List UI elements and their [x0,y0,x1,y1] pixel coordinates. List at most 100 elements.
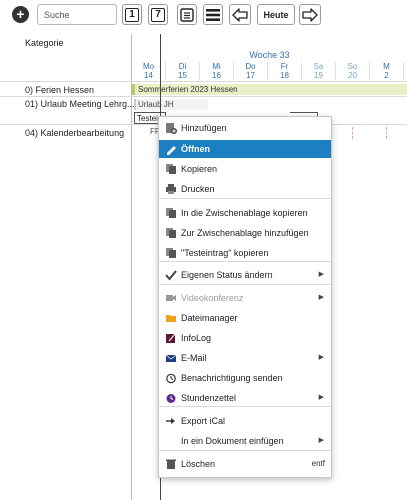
week-view-icon: 7 [151,7,165,22]
day-number: 19 [314,71,323,80]
row-label-urlaub: 01) Urlaub Meeting Lehrg... [25,99,135,109]
pink-marker [352,127,359,139]
menu-item-hinzufügen[interactable]: Hinzufügen [159,119,331,137]
menu-item-label: InfoLog [181,333,212,343]
menu-item-stundenzettel[interactable]: Stundenzettel ▶ [159,389,331,407]
menu-item-testeintrag-kopieren[interactable]: "Testeintrag" kopieren [159,244,331,262]
menu-item-label: Kopieren [181,164,218,174]
menu-item-label: Drucken [181,184,215,194]
day-name: Do [245,62,256,71]
menu-item-label: Videokonferenz [181,293,244,303]
day-name: Mi [212,62,221,71]
menu-item-label: Eigenen Status ändern [181,270,273,280]
day-header-fr[interactable]: Fr 18 [268,62,302,80]
add-document-icon [166,123,177,134]
category-header: Kategorie [25,38,64,48]
row-label-kalender: 04) Kalenderbearbeitung [25,128,125,138]
day-name: M [383,62,390,71]
menu-item-label: Benachrichtigung senden [181,373,283,383]
menu-item-drucken[interactable]: Drucken [159,180,331,198]
submenu-arrow-icon: ▶ [318,394,324,401]
toolbar: + 1 7 Heute [0,0,407,30]
day-number: 18 [280,71,289,80]
menu-item-label: Löschen [181,459,216,469]
day-name: Fr [280,62,289,71]
day-view-button[interactable]: 1 [122,4,142,25]
menu-item-label: Öffnen [181,144,210,154]
day-header-do[interactable]: Do 17 [234,62,268,80]
menu-item-label: Dateimanager [181,313,238,323]
menu-item-label: In die Zwischenablage kopieren [181,208,308,218]
submenu-arrow-icon: ▶ [318,294,324,301]
menu-item-dateimanager[interactable]: Dateimanager [159,309,331,327]
context-menu: Hinzufügen Öffnen Kopieren Drucken In die Zw… [158,116,332,478]
menu-item-benachrichtigung-senden[interactable]: Benachrichtigung senden [159,369,331,387]
copy-icon [166,164,176,174]
day-name: Di [178,62,187,71]
folder-icon [166,315,176,322]
menu-item-label: Stundenzettel [181,393,237,403]
row-label-ferien: 0) Ferien Hessen [25,85,95,95]
menu-item-eigenen-status-ändern[interactable]: Eigenen Status ändern ▶ [159,266,331,284]
menu-item-label: E-Mail [181,353,207,363]
day-name: So [347,62,358,71]
day-number: 2 [384,71,389,80]
arrow-left-icon [232,7,248,22]
export-arrow-icon [166,418,175,424]
menu-item-kopieren[interactable]: Kopieren [159,160,331,178]
menu-item-label: Export iCal [181,416,226,426]
envelope-icon [165,354,177,362]
menu-separator [159,450,331,451]
menu-item-in-ein-dokument-einfügen[interactable]: In ein Dokument einfügen ▶ [159,432,331,450]
day-header-di[interactable]: Di 15 [166,62,200,80]
arrow-right-icon [302,7,318,22]
day-number: 17 [246,71,255,80]
week-view-button[interactable]: 7 [148,4,168,25]
clipboard-add-icon [166,228,176,238]
menu-item-label: Zur Zwischenablage hinzufügen [181,228,309,238]
menu-item-öffnen[interactable]: Öffnen [159,140,331,158]
holiday-event[interactable]: Sommerferien 2023 Hessen [132,84,407,95]
next-button[interactable] [299,4,321,25]
grid-line [0,96,407,97]
add-button[interactable]: + [12,6,29,23]
day-header-mi[interactable]: Mi 16 [200,62,234,80]
urlaub-event[interactable]: Urlaub JH [134,99,208,110]
menu-item-löschen[interactable]: Löschen entf [159,455,331,473]
day-header-so[interactable]: So 20 [336,62,370,80]
search-input[interactable] [37,4,117,25]
week-header[interactable]: Woche 33 [132,50,407,62]
alarm-clock-icon [166,373,176,384]
previous-button[interactable] [229,4,251,25]
menu-item-export-ical[interactable]: Export iCal [159,412,331,430]
submenu-arrow-icon: ▶ [318,437,324,444]
infolog-icon [166,333,176,343]
menu-item-e-mail[interactable]: E-Mail ▶ [159,349,331,367]
checkmark-icon [165,270,177,281]
menu-item-label: In ein Dokument einfügen [181,436,284,446]
day-header-m[interactable]: M2 [370,62,404,80]
menu-item-in-die-zwischenablage-kopieren[interactable]: In die Zwischenablage kopieren [159,204,331,222]
submenu-arrow-icon: ▶ [318,354,324,361]
today-button[interactable]: Heute [257,4,295,25]
printer-icon [166,184,176,194]
menu-separator [159,198,331,199]
list-view-button[interactable] [177,4,197,25]
day-number: 15 [178,71,187,80]
day-name: Sa [313,62,324,71]
day-view-icon: 1 [125,7,139,22]
day-header-sa[interactable]: Sa 19 [302,62,336,80]
trash-icon [166,459,176,469]
submenu-arrow-icon: ▶ [318,271,324,278]
hamburger-icon [206,8,220,21]
clipboard-text-icon [166,248,176,258]
menu-item-zur-zwischenablage-hinzufügen[interactable]: Zur Zwischenablage hinzufügen [159,224,331,242]
pink-marker [386,127,393,139]
day-number: 16 [212,71,221,80]
menu-item-label: Hinzufügen [181,123,227,133]
menu-shortcut: entf [311,459,325,468]
menu-button[interactable] [203,4,223,25]
menu-separator [159,284,331,285]
clipboard-copy-icon [166,208,176,218]
menu-item-infolog[interactable]: InfoLog [159,329,331,347]
